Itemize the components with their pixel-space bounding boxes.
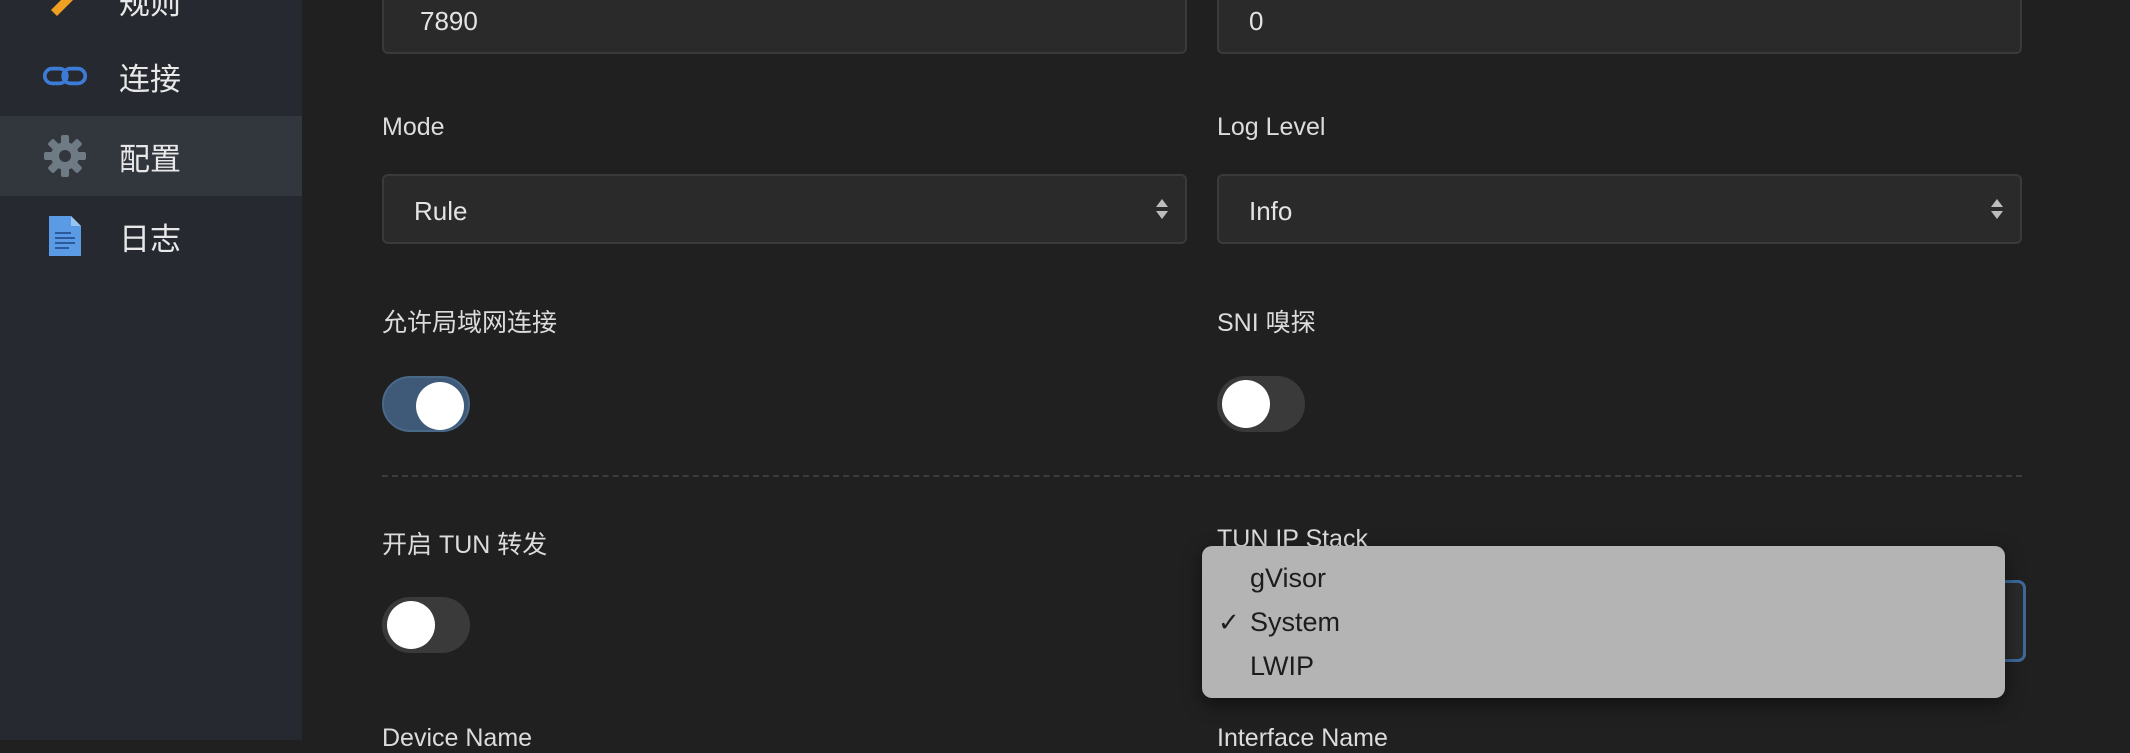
- sidebar-item-label: 规则: [119, 0, 181, 21]
- sidebar-item-connections[interactable]: 连接: [0, 36, 302, 116]
- dropdown-option-system[interactable]: System: [1250, 607, 1340, 638]
- sidebar-item-label: 配置: [119, 141, 181, 177]
- sidebar: 规则 连接 配置 日志: [0, 0, 302, 740]
- toggle-knob: [387, 601, 435, 649]
- mode-label: Mode: [382, 113, 445, 141]
- device-name-label: Device Name: [382, 724, 533, 752]
- dropdown-option-gvisor[interactable]: gVisor: [1250, 563, 1326, 594]
- mode-value: Rule: [414, 196, 468, 226]
- toggle-knob: [1222, 380, 1270, 428]
- select-arrows-icon: [1156, 199, 1168, 219]
- log-level-select[interactable]: Info: [1217, 174, 2022, 244]
- interface-name-label: Interface Name: [1217, 724, 1388, 752]
- log-level-value: Info: [1249, 196, 1293, 226]
- sidebar-item-label: 连接: [119, 61, 181, 97]
- tun-forward-toggle[interactable]: [382, 597, 470, 653]
- sidebar-item-logs[interactable]: 日志: [0, 196, 302, 276]
- port-value: 7890: [420, 6, 478, 36]
- allow-lan-label: 允许局域网连接: [382, 309, 558, 337]
- select-arrows-icon: [1991, 199, 2003, 219]
- tun-forward-label: 开启 TUN 转发: [382, 531, 548, 559]
- log-level-label: Log Level: [1217, 113, 1326, 141]
- sni-sniff-toggle[interactable]: [1217, 376, 1305, 432]
- gear-icon: [42, 133, 88, 179]
- sni-sniff-label: SNI 嗅探: [1217, 309, 1316, 337]
- sidebar-item-config[interactable]: 配置: [0, 116, 302, 196]
- checkmark-icon: ✓: [1218, 607, 1240, 637]
- sidebar-item-label: 日志: [119, 221, 181, 257]
- section-divider: [382, 475, 2022, 477]
- document-icon: [42, 213, 88, 259]
- secondary-port-input[interactable]: 0: [1217, 0, 2022, 54]
- link-icon: [42, 53, 88, 99]
- ruler-icon: [42, 0, 88, 23]
- sidebar-item-rules[interactable]: 规则: [0, 0, 302, 40]
- dropdown-option-lwip[interactable]: LWIP: [1250, 651, 1314, 682]
- port-input[interactable]: 7890: [382, 0, 1187, 54]
- mode-select[interactable]: Rule: [382, 174, 1187, 244]
- toggle-knob: [416, 382, 464, 430]
- allow-lan-toggle[interactable]: [382, 376, 470, 432]
- secondary-port-value: 0: [1249, 6, 1264, 36]
- tun-ip-stack-dropdown: gVisor ✓ System LWIP: [1202, 546, 2005, 698]
